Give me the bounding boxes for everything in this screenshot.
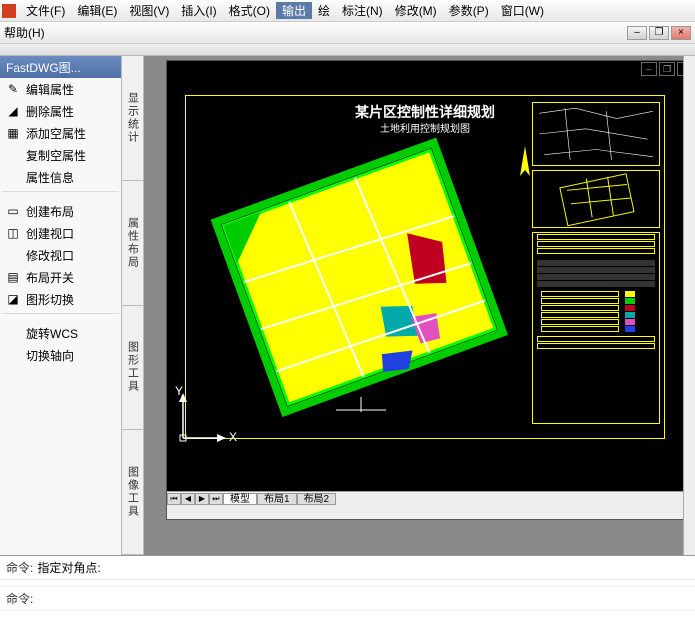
layout2-icon: ▤ [6, 270, 20, 284]
outer-scrollbar[interactable] [683, 56, 695, 555]
tab-layout2[interactable]: 布局2 [297, 493, 337, 505]
blank-icon [6, 248, 20, 262]
panel-item-layout-toggle[interactable]: ▤布局开关 [0, 266, 121, 288]
ucs-y-label: Y [175, 384, 183, 398]
panel-item-attr-info[interactable]: 属性信息 [0, 166, 121, 188]
tab-layout1[interactable]: 布局1 [257, 493, 297, 505]
canvas-area: – ❐ × 某片区控制性详细规划 土地利用控制规划图 [144, 56, 695, 555]
swap-icon: ◪ [6, 292, 20, 306]
menu-format[interactable]: 格式(O) [223, 2, 276, 19]
panel-item-edit-attr[interactable]: ✎编辑属性 [0, 78, 121, 100]
blank-icon [6, 326, 20, 340]
panel-item-copy-empty[interactable]: 复制空属性 [0, 144, 121, 166]
panel-item-switch-axis[interactable]: 切换轴向 [0, 344, 121, 366]
separator [2, 191, 119, 197]
menu-view[interactable]: 视图(V) [123, 2, 175, 19]
vertical-tabs: 显示统计 属性布局 图形工具 图像工具 [122, 56, 144, 555]
blank-icon [6, 148, 20, 162]
tab-first-button[interactable]: ⏮ [167, 493, 181, 505]
menu-insert[interactable]: 插入(I) [175, 2, 222, 19]
toolbar [0, 44, 695, 56]
side-panel: FastDWG图... ✎编辑属性 ◢删除属性 ▦添加空属性 复制空属性 属性信… [0, 56, 122, 555]
command-history-line: 命令: 指定对角点: [0, 556, 695, 580]
ucs-icon: Y X [173, 388, 233, 451]
menu-draw[interactable]: 绘 [312, 2, 336, 19]
legend-tables [532, 232, 660, 424]
menu-param[interactable]: 参数(P) [443, 2, 495, 19]
app-icon [2, 4, 16, 18]
min-button[interactable]: – [627, 26, 647, 40]
panel-item-create-viewport[interactable]: ◫创建视口 [0, 222, 121, 244]
dw-min-button[interactable]: – [641, 62, 657, 76]
vtab-stats[interactable]: 显示统计 [122, 56, 143, 181]
pencil-icon: ✎ [6, 82, 20, 96]
panel-item-del-attr[interactable]: ◢删除属性 [0, 100, 121, 122]
grid-icon: ▦ [6, 126, 20, 140]
keymap-1 [532, 102, 660, 166]
menu-edit[interactable]: 编辑(E) [71, 2, 123, 19]
viewport-icon: ◫ [6, 226, 20, 240]
menu-modify[interactable]: 修改(M) [389, 2, 443, 19]
tab-scroll-bar: ⏮ ◀ ▶ ⏭ 模型 布局1 布局2 [167, 491, 695, 505]
tab-last-button[interactable]: ⏭ [209, 493, 223, 505]
vtab-imagetools[interactable]: 图像工具 [122, 430, 143, 555]
menu-output[interactable]: 输出 [276, 2, 312, 19]
blank-icon [6, 170, 20, 184]
menu-file[interactable]: 文件(F) [20, 2, 71, 19]
tab-model[interactable]: 模型 [223, 493, 257, 505]
command-history-line [0, 580, 695, 587]
blank-icon [6, 348, 20, 362]
menu-bar: 文件(F) 编辑(E) 视图(V) 插入(I) 格式(O) 输出 绘 标注(N)… [0, 0, 695, 22]
layout-icon: ▭ [6, 204, 20, 218]
menu-window[interactable]: 窗口(W) [495, 2, 550, 19]
vtab-shapetools[interactable]: 图形工具 [122, 306, 143, 431]
separator [2, 313, 119, 319]
eraser-icon: ◢ [6, 104, 20, 118]
panel-item-add-empty[interactable]: ▦添加空属性 [0, 122, 121, 144]
drawing-sheet: 某片区控制性详细规划 土地利用控制规划图 [185, 95, 665, 439]
drawing-viewport[interactable]: 某片区控制性详细规划 土地利用控制规划图 [167, 77, 681, 489]
command-input-line[interactable]: 命令: [0, 587, 695, 611]
menu-help[interactable]: 帮助(H) [4, 24, 45, 41]
tab-next-button[interactable]: ▶ [195, 493, 209, 505]
cmd-text: 指定对角点: [37, 559, 100, 576]
vtab-attrlayout[interactable]: 属性布局 [122, 181, 143, 306]
drawing-statusbar [167, 505, 695, 519]
legend-panel [532, 102, 660, 434]
menu-annotate[interactable]: 标注(N) [336, 2, 389, 19]
ucs-x-label: X [229, 430, 237, 444]
panel-item-swap-drawing[interactable]: ◪图形切换 [0, 288, 121, 310]
keymap-2 [532, 170, 660, 228]
help-bar: 帮助(H) – ❐ × [0, 22, 695, 44]
max-button[interactable]: ❐ [649, 26, 669, 40]
close-button[interactable]: × [671, 26, 691, 40]
dw-max-button[interactable]: ❐ [659, 62, 675, 76]
panel-item-create-layout[interactable]: ▭创建布局 [0, 200, 121, 222]
panel-item-mod-viewport[interactable]: 修改视口 [0, 244, 121, 266]
command-area: 命令: 指定对角点: 命令: [0, 555, 695, 629]
cmd-prompt: 命令: [6, 559, 33, 576]
panel-title: FastDWG图... [0, 56, 121, 78]
drawing-window: – ❐ × 某片区控制性详细规划 土地利用控制规划图 [166, 60, 695, 520]
cmd-prompt: 命令: [6, 590, 33, 607]
panel-item-rotate-wcs[interactable]: 旋转WCS [0, 322, 121, 344]
plan-map [216, 142, 506, 422]
tab-prev-button[interactable]: ◀ [181, 493, 195, 505]
